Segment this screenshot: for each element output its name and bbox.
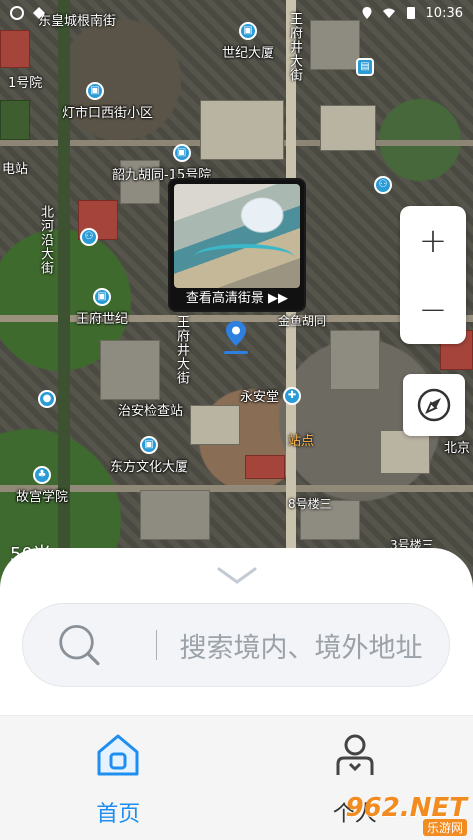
battery-icon bbox=[406, 7, 415, 19]
building-icon: ▣ bbox=[86, 82, 104, 100]
watermark-logo: 962.NET 乐游网 bbox=[346, 793, 467, 836]
poi-marker[interactable]: ♣ 故宫学院 bbox=[16, 466, 68, 505]
app-notification-icon bbox=[33, 7, 45, 19]
poi-label: 王府世纪 bbox=[76, 312, 129, 327]
status-bar: 10:36 bbox=[0, 0, 473, 26]
map-building bbox=[310, 20, 360, 70]
app-notification-icon bbox=[10, 6, 24, 20]
map-building bbox=[380, 430, 430, 474]
road-label: 北河沿大街 bbox=[38, 205, 53, 275]
map-park bbox=[0, 100, 30, 140]
poi-marker[interactable]: 北京 bbox=[444, 437, 470, 456]
location-pin-icon bbox=[224, 321, 248, 354]
poi-label: 北京 bbox=[444, 441, 471, 456]
restroom-icon: ⚇ bbox=[374, 176, 392, 194]
search-divider bbox=[155, 630, 158, 660]
wifi-icon bbox=[382, 8, 395, 18]
map-building bbox=[140, 490, 210, 540]
poi-label: 东方文化大厦 bbox=[110, 460, 189, 475]
poi-marker[interactable]: ▣ 灯市口西街小区 bbox=[62, 82, 153, 121]
street-view-thumbnail[interactable]: 查看高清街景 ▶▶ bbox=[168, 178, 306, 312]
map-building bbox=[0, 30, 30, 68]
compass-icon bbox=[417, 388, 451, 422]
road-label: 8号楼三 bbox=[288, 497, 332, 511]
building-icon: ▣ bbox=[140, 436, 158, 454]
home-icon bbox=[97, 734, 139, 776]
poi-label: 永安堂 bbox=[240, 390, 280, 405]
location-status-icon bbox=[362, 7, 372, 19]
zoom-in-button[interactable]: + bbox=[400, 206, 466, 275]
street-view-label: 查看高清街景 ▶▶ bbox=[185, 291, 289, 306]
pharmacy-icon: ✚ bbox=[283, 386, 302, 405]
restroom-icon: ⚇ bbox=[80, 228, 98, 246]
tab-home[interactable]: 首页 bbox=[0, 716, 237, 840]
search-bar[interactable]: 搜索境内、境外地址 bbox=[22, 603, 450, 687]
locate-button[interactable] bbox=[403, 374, 465, 436]
location-dot-icon: ● bbox=[38, 390, 56, 408]
chevron-down-icon[interactable] bbox=[216, 565, 258, 587]
map-building bbox=[320, 105, 376, 151]
tree-icon: ♣ bbox=[33, 466, 51, 484]
tab-home-label: 首页 bbox=[96, 802, 141, 827]
poi-label: 治安检查站 bbox=[118, 404, 184, 419]
road-label: 金鱼胡同 bbox=[278, 314, 327, 328]
poi-label: 故宫学院 bbox=[16, 490, 69, 505]
watermark-sub: 乐游网 bbox=[422, 819, 467, 836]
search-icon bbox=[59, 625, 100, 666]
poi-marker[interactable]: 治安检查站 bbox=[118, 400, 183, 419]
bus-stop-icon: ▤ bbox=[356, 58, 374, 76]
poi-label: 灯市口西街小区 bbox=[62, 106, 154, 121]
poi-marker[interactable]: ▣ 东方文化大厦 bbox=[110, 436, 188, 475]
status-time: 10:36 bbox=[425, 5, 463, 21]
user-icon bbox=[336, 734, 374, 775]
map-building bbox=[245, 455, 285, 479]
road-label: 电站 bbox=[2, 162, 29, 177]
map-building bbox=[330, 330, 380, 390]
street-view-preview-image bbox=[174, 184, 300, 288]
search-input[interactable]: 搜索境内、境外地址 bbox=[179, 626, 449, 665]
road-label: 王府井大街 bbox=[174, 315, 189, 385]
building-icon: ▣ bbox=[172, 144, 191, 162]
map-building bbox=[100, 340, 160, 400]
road-label: 站点 bbox=[288, 434, 315, 449]
map-building bbox=[190, 405, 240, 445]
poi-marker[interactable]: 永安堂 ✚ bbox=[240, 386, 302, 405]
road-label: 1号院 bbox=[8, 76, 43, 91]
poi-marker[interactable]: ▣ 王府世纪 bbox=[76, 288, 128, 327]
poi-marker[interactable]: ▣ 世纪大厦 bbox=[222, 22, 274, 61]
map-building bbox=[200, 100, 284, 160]
building-icon: ▣ bbox=[93, 288, 111, 306]
poi-label: 世纪大厦 bbox=[222, 46, 275, 61]
zoom-out-button[interactable]: − bbox=[400, 275, 466, 344]
street-view-bridge bbox=[194, 244, 294, 270]
zoom-controls: + − bbox=[400, 206, 466, 344]
